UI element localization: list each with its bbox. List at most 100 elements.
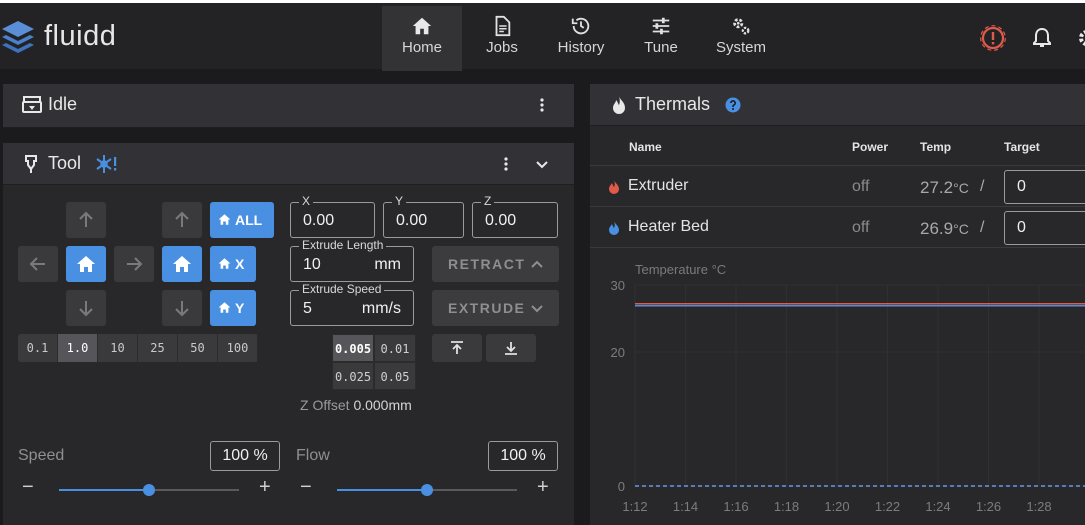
z-step-option-selected[interactable]: 0.005 — [332, 334, 374, 362]
jog-step-option[interactable]: 0.1 — [18, 334, 58, 362]
speed-decrease-button[interactable]: − — [22, 476, 34, 499]
tool-more-vert-icon[interactable] — [497, 155, 515, 173]
jog-step-option[interactable]: 25 — [138, 334, 178, 362]
home-y-label: Y — [235, 300, 245, 316]
jog-y-minus-button[interactable] — [66, 290, 106, 326]
flow-label: Flow — [296, 447, 330, 464]
speed-percent-field[interactable]: 100 % — [210, 441, 280, 471]
motors-off-snowflake-icon[interactable] — [95, 153, 119, 175]
app-bar: fluidd Home Jobs History Tune System — [0, 0, 1085, 71]
help-circle-icon[interactable] — [725, 97, 741, 113]
jog-z-plus-button[interactable] — [162, 202, 202, 238]
tool-card-title: Tool — [48, 153, 82, 173]
y-tick-label: 30 — [611, 278, 625, 293]
retract-button[interactable]: RETRACT — [432, 246, 559, 282]
flow-percent-field[interactable]: 100 % — [488, 441, 558, 471]
z-position-field[interactable]: Z 0.00 — [472, 194, 558, 238]
extrude-speed-label: Extrude Speed — [299, 282, 385, 296]
z-step-option[interactable]: 0.025 — [332, 362, 374, 390]
heater-temp-unit: °C — [953, 221, 969, 237]
x-position-label: X — [299, 194, 314, 208]
heater-name[interactable]: Heater Bed — [628, 218, 709, 236]
settings-gear-icon[interactable] — [1074, 25, 1085, 51]
nav-home-label: Home — [401, 39, 442, 56]
heater-target-input[interactable]: 0 — [1004, 170, 1085, 204]
nav-tune[interactable]: Tune — [621, 6, 701, 71]
emergency-stop-icon[interactable] — [980, 25, 1006, 51]
y-tick-label: 0 — [618, 479, 625, 494]
nav-system[interactable]: System — [701, 6, 781, 71]
speed-label: Speed — [18, 447, 65, 464]
arrow-down-icon — [79, 301, 93, 317]
z-offset-value: 0.000mm — [353, 397, 412, 413]
jog-step-option[interactable]: 50 — [178, 334, 218, 362]
home-x-button[interactable]: X — [210, 246, 256, 282]
heater-target-value: 0 — [1017, 178, 1026, 195]
status-card-header: Idle — [3, 84, 574, 128]
col-header-temp: Temp — [920, 140, 952, 154]
flow-slider-fill — [337, 489, 427, 491]
tune-icon — [652, 17, 670, 35]
nav-jobs[interactable]: Jobs — [462, 6, 542, 71]
arrow-right-icon — [127, 257, 143, 271]
nav-history[interactable]: History — [541, 6, 621, 71]
arrow-left-icon — [29, 257, 45, 271]
jog-x-plus-button[interactable] — [114, 246, 154, 282]
extrude-length-value: 10 — [303, 256, 321, 273]
x-tick-label: 1:28 — [1026, 499, 1051, 514]
z-step-option[interactable]: 0.01 — [374, 334, 416, 362]
jog-x-minus-button[interactable] — [18, 246, 58, 282]
jog-step-option[interactable]: 10 — [98, 334, 138, 362]
jog-step-option[interactable]: 100 — [218, 334, 258, 362]
fire-icon — [613, 96, 625, 114]
home-y-button[interactable]: Y — [210, 290, 256, 326]
extrude-length-unit: mm — [374, 256, 401, 273]
extrude-length-label: Extrude Length — [299, 238, 387, 252]
flow-increase-button[interactable]: + — [537, 476, 549, 499]
flow-slider-handle[interactable] — [421, 484, 433, 496]
heater-power: off — [852, 178, 870, 195]
heater-temp-value: 27.2 — [920, 178, 954, 197]
home-z-button[interactable] — [162, 246, 202, 282]
home-icon — [218, 214, 231, 225]
home-all-button[interactable]: ALL — [210, 202, 274, 238]
notifications-bell-icon[interactable] — [1029, 25, 1055, 51]
arrow-up-icon — [175, 211, 189, 227]
heater-temp-unit: °C — [953, 180, 969, 196]
z-offset-down-button[interactable] — [486, 334, 536, 362]
z-step-option[interactable]: 0.05 — [374, 362, 416, 390]
nav-history-label: History — [557, 39, 605, 56]
extrude-label: EXTRUDE — [448, 300, 526, 316]
file-icon — [495, 15, 511, 37]
y-position-field[interactable]: Y 0.00 — [383, 194, 464, 238]
home-xy-button[interactable] — [66, 246, 106, 282]
download-arrow-icon — [505, 342, 517, 355]
z-position-value: 0.00 — [485, 212, 517, 229]
printer-status-text: Idle — [48, 94, 78, 114]
heater-name[interactable]: Extruder — [628, 177, 688, 195]
z-offset-label: Z Offset — [300, 397, 350, 413]
thermals-card-header: Thermals — [590, 84, 1085, 126]
nav-home[interactable]: Home — [382, 6, 462, 71]
history-icon — [571, 17, 590, 35]
app-brand[interactable]: fluidd — [44, 20, 116, 53]
extrude-button[interactable]: EXTRUDE — [432, 290, 559, 326]
more-vert-icon[interactable] — [533, 96, 551, 114]
extrude-speed-field[interactable]: Extrude Speed 5 mm/s — [290, 282, 414, 326]
arrow-down-icon — [175, 301, 189, 317]
jog-z-minus-button[interactable] — [162, 290, 202, 326]
jog-y-plus-button[interactable] — [66, 202, 106, 238]
x-position-field[interactable]: X 0.00 — [290, 194, 375, 238]
collapse-chevron-down-icon[interactable] — [533, 155, 551, 173]
speed-increase-button[interactable]: + — [259, 476, 271, 499]
heater-target-input[interactable]: 0 — [1004, 211, 1085, 245]
table-row: Heater Bed off 26.9°C / 0 — [590, 206, 1085, 247]
temp-target-separator: / — [980, 178, 985, 195]
z-offset-up-button[interactable] — [432, 334, 482, 362]
x-tick-label: 1:18 — [774, 499, 799, 514]
extrude-length-field[interactable]: Extrude Length 10 mm — [290, 238, 414, 282]
speed-slider-handle[interactable] — [143, 484, 155, 496]
flow-decrease-button[interactable]: − — [300, 476, 312, 499]
nav-jobs-label: Jobs — [486, 39, 518, 56]
jog-step-option-selected[interactable]: 1.0 — [58, 334, 98, 362]
